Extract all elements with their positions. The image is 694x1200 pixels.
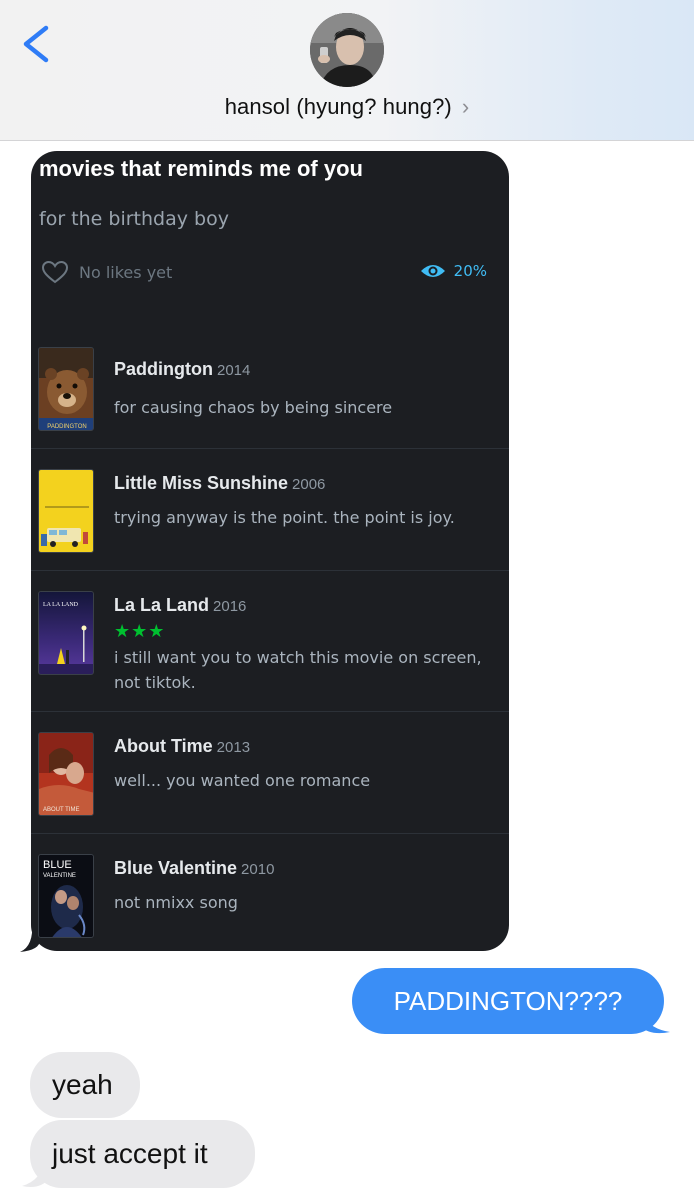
film-note: i still want you to watch this movie on … [114,648,482,692]
list-item-la-la-land[interactable]: LA LA LAND La La Land 2016 ★★★ i still wa… [31,571,509,712]
film-title-text: Paddington [114,359,213,379]
film-year: 2013 [216,739,251,756]
sent-message-bubble[interactable]: PADDINGTON???? [352,968,664,1034]
likes-count-label: No likes yet [79,262,173,282]
film-title-text: About Time [114,736,213,756]
rating-stars: ★★★ [114,621,166,641]
poster-blue-valentine-subtitle: VALENTINE [43,873,76,879]
poster-about-time: ABOUT TIME [38,732,94,816]
sent-message-text: PADDINGTON???? [393,985,623,1016]
heart-icon[interactable] [41,260,69,284]
poster-little-miss-sunshine [38,469,94,553]
film-year: 2010 [241,861,275,878]
poster-paddington-title: PADDINGTON [47,424,86,430]
film-year: 2014 [216,362,251,379]
list-item-little-miss-sunshine[interactable]: Little Miss Sunshine 2006 trying anyway i… [31,449,509,571]
list-item-blue-valentine[interactable]: BLUE VALENTINE Blue Valentine 2010 not nm… [31,834,509,951]
eye-icon [420,265,445,277]
film-title[interactable]: Blue Valentine 2010 [114,858,274,879]
watched-percent-label: 20% [453,262,487,280]
film-title-text: La La Land [114,595,210,615]
watched-percentage: 20% [420,262,487,280]
film-note: well... you wanted one romance [114,771,371,790]
poster-blue-valentine: BLUE VALENTINE [38,854,94,938]
film-title-text: Blue Valentine [114,858,238,878]
film-note: not nmixx song [114,893,238,912]
list-item-paddington[interactable]: PADDINGTON Paddington 2014 for causing ch… [31,343,509,449]
film-year: 2006 [292,476,326,493]
film-note: trying anyway is the point. the point is… [114,508,455,527]
received-message-text: just accept it [52,1138,208,1169]
film-title[interactable]: Paddington 2014 [114,359,250,380]
back-chevron-icon[interactable] [18,20,54,68]
film-title-text: Little Miss Sunshine [114,473,289,493]
poster-about-time-title: ABOUT TIME [43,807,79,813]
contact-name-label: hansol (hyung? hung?) [224,94,452,119]
poster-la-la-land: LA LA LAND [38,591,94,675]
conversation-header: hansol (hyung? hung?) › [0,0,694,141]
poster-blue-valentine-title: BLUE [43,859,72,871]
contact-avatar[interactable] [310,13,384,87]
list-description: for the birthday boy [39,208,229,230]
poster-la-la-land-title: LA LA LAND [43,602,79,608]
film-title[interactable]: La La Land 2016 [114,595,246,616]
chevron-right-icon: › [461,94,470,119]
received-message-text: yeah [52,1069,113,1100]
film-year: 2016 [213,598,247,615]
list-item-about-time[interactable]: ABOUT TIME About Time 2013 well... you wa… [31,712,509,834]
film-title[interactable]: Little Miss Sunshine 2006 [114,473,325,494]
film-note: for causing chaos by being sincere [114,398,393,417]
contact-name[interactable]: hansol (hyung? hung?) › [0,94,694,120]
list-title[interactable]: movies that reminds me of you [39,156,363,182]
film-title[interactable]: About Time 2013 [114,736,250,757]
poster-paddington: PADDINGTON [38,347,94,431]
received-message-bubble[interactable]: just accept it [30,1120,255,1188]
received-message-bubble[interactable]: yeah [30,1052,140,1118]
likes-row[interactable]: No likes yet [41,260,172,284]
